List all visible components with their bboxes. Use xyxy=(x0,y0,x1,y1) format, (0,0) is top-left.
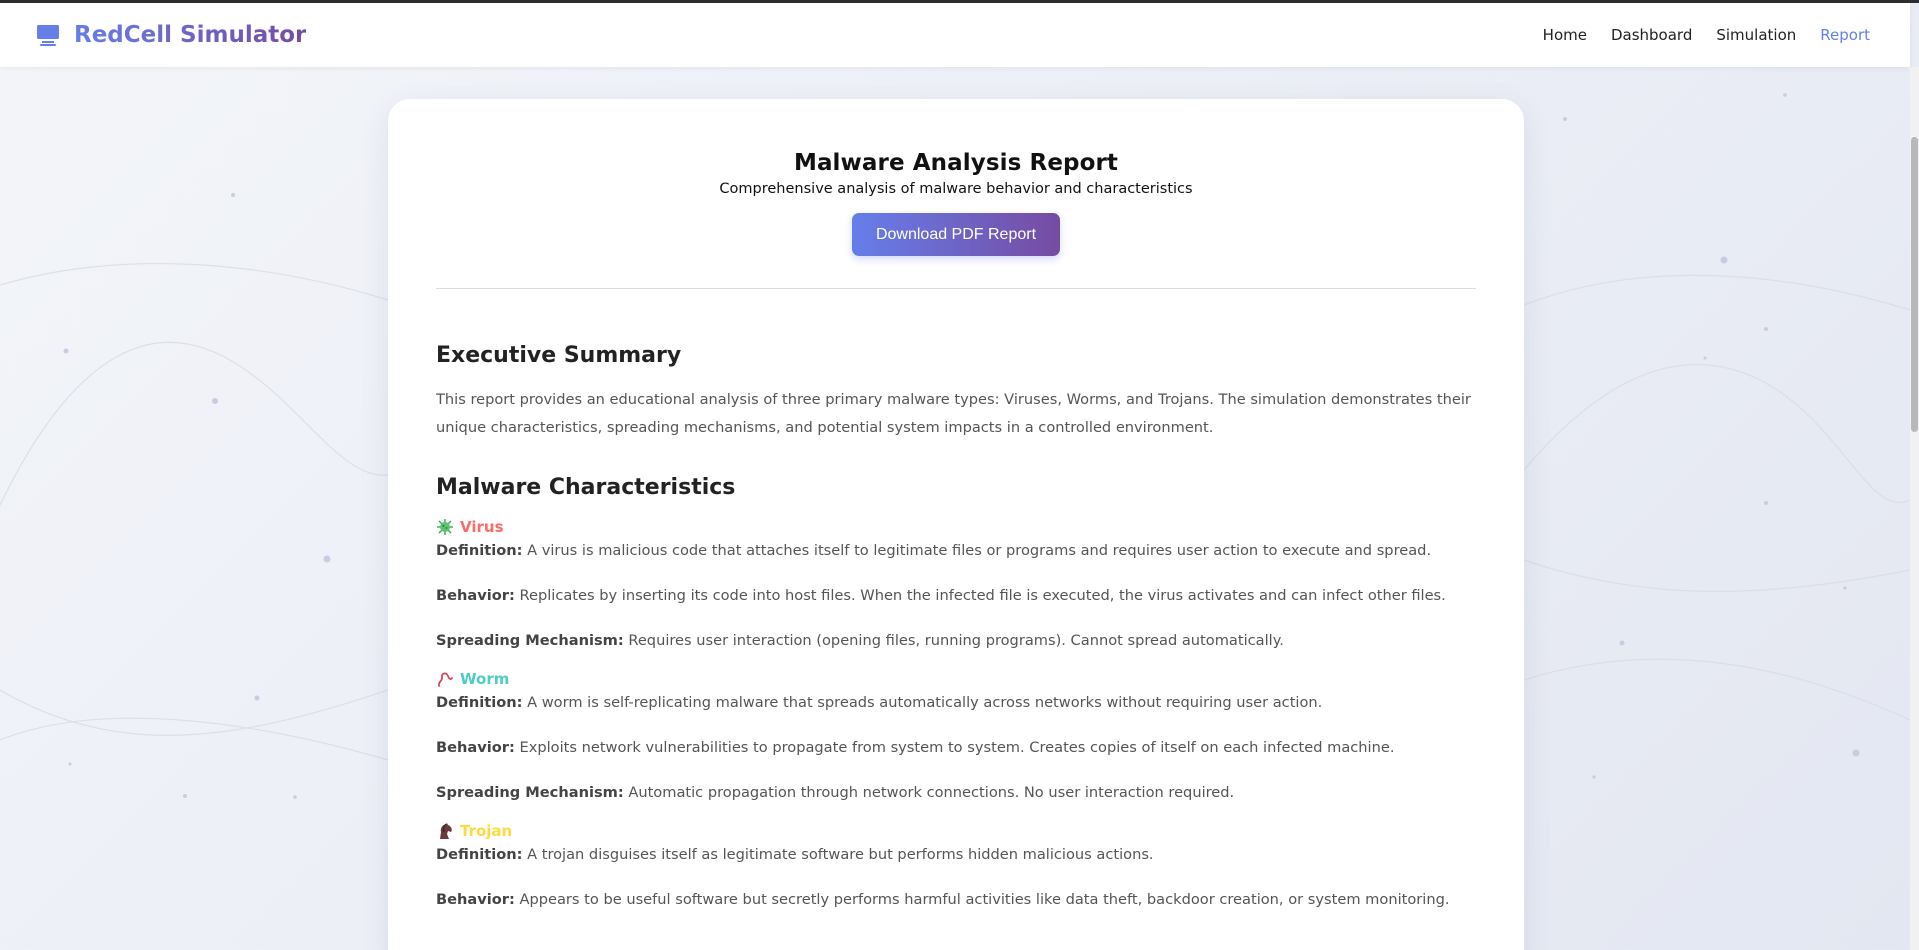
nav-links: Home Dashboard Simulation Report xyxy=(1543,26,1870,44)
brand-name: RedCell Simulator xyxy=(74,22,307,48)
malware-trojan-header: Trojan xyxy=(436,821,1476,841)
spreading-label: Spreading Mechanism: xyxy=(436,632,624,649)
brand[interactable]: RedCell Simulator xyxy=(36,22,306,48)
malware-worm-header: Worm xyxy=(436,669,1476,689)
virus-spreading: Spreading Mechanism: Requires user inter… xyxy=(436,631,1476,651)
malware-worm: Worm Definition: A worm is self-replicat… xyxy=(436,669,1476,803)
microbe-icon xyxy=(437,519,453,535)
horse-icon xyxy=(440,823,452,839)
malware-virus-header: Virus xyxy=(436,517,1476,537)
worm-behavior-text: Exploits network vulnerabilities to prop… xyxy=(519,739,1395,756)
worm-spreading: Spreading Mechanism: Automatic propagati… xyxy=(436,783,1476,803)
worm-definition-text: A worm is self-replicating malware that … xyxy=(527,694,1323,711)
report-header: Malware Analysis Report Comprehensive an… xyxy=(436,99,1476,256)
behavior-label: Behavior: xyxy=(436,739,515,756)
nav-report[interactable]: Report xyxy=(1820,26,1870,44)
virus-definition-text: A virus is malicious code that attaches … xyxy=(527,542,1432,559)
spreading-label: Spreading Mechanism: xyxy=(436,784,624,801)
download-pdf-button[interactable]: Download PDF Report xyxy=(852,213,1060,256)
report-title: Malware Analysis Report xyxy=(793,150,1119,176)
worm-spreading-text: Automatic propagation through network co… xyxy=(628,784,1235,801)
virus-behavior-text: Replicates by inserting its code into ho… xyxy=(519,587,1446,604)
computer-icon xyxy=(37,25,59,46)
nav-simulation[interactable]: Simulation xyxy=(1716,26,1796,44)
malware-trojan: Trojan Definition: A trojan disguises it… xyxy=(436,821,1476,910)
worm-icon xyxy=(437,672,453,687)
worm-behavior: Behavior: Exploits network vulnerabiliti… xyxy=(436,738,1476,758)
navbar: RedCell Simulator Home Dashboard Simulat… xyxy=(0,3,1910,67)
behavior-label: Behavior: xyxy=(436,891,515,908)
page-scrollbar[interactable] xyxy=(1910,67,1919,950)
malware-virus-name: Virus xyxy=(460,518,504,536)
virus-spreading-text: Requires user interaction (opening files… xyxy=(628,632,1284,649)
header-divider xyxy=(436,288,1476,289)
behavior-label: Behavior: xyxy=(436,587,515,604)
trojan-definition: Definition: A trojan disguises itself as… xyxy=(436,845,1476,865)
report-subtitle: Comprehensive analysis of malware behavi… xyxy=(719,181,1193,197)
nav-home[interactable]: Home xyxy=(1543,26,1587,44)
nav-dashboard[interactable]: Dashboard xyxy=(1611,26,1692,44)
malware-virus: Virus Definition: A virus is malicious c… xyxy=(436,517,1476,651)
malware-characteristics-heading: Malware Characteristics xyxy=(436,475,736,500)
trojan-behavior-text: Appears to be useful software but secret… xyxy=(519,891,1450,908)
trojan-definition-text: A trojan disguises itself as legitimate … xyxy=(527,846,1154,863)
virus-definition: Definition: A virus is malicious code th… xyxy=(436,541,1476,561)
executive-summary-heading: Executive Summary xyxy=(436,343,682,368)
report-card: Malware Analysis Report Comprehensive an… xyxy=(388,99,1524,950)
executive-summary-text: This report provides an educational anal… xyxy=(436,391,1471,436)
malware-worm-name: Worm xyxy=(460,670,510,688)
virus-behavior: Behavior: Replicates by inserting its co… xyxy=(436,586,1476,606)
scrollbar-thumb[interactable] xyxy=(1911,137,1918,432)
trojan-behavior: Behavior: Appears to be useful software … xyxy=(436,890,1476,910)
definition-label: Definition: xyxy=(436,846,523,863)
definition-label: Definition: xyxy=(436,694,523,711)
malware-trojan-name: Trojan xyxy=(460,822,513,840)
definition-label: Definition: xyxy=(436,542,523,559)
worm-definition: Definition: A worm is self-replicating m… xyxy=(436,693,1476,713)
